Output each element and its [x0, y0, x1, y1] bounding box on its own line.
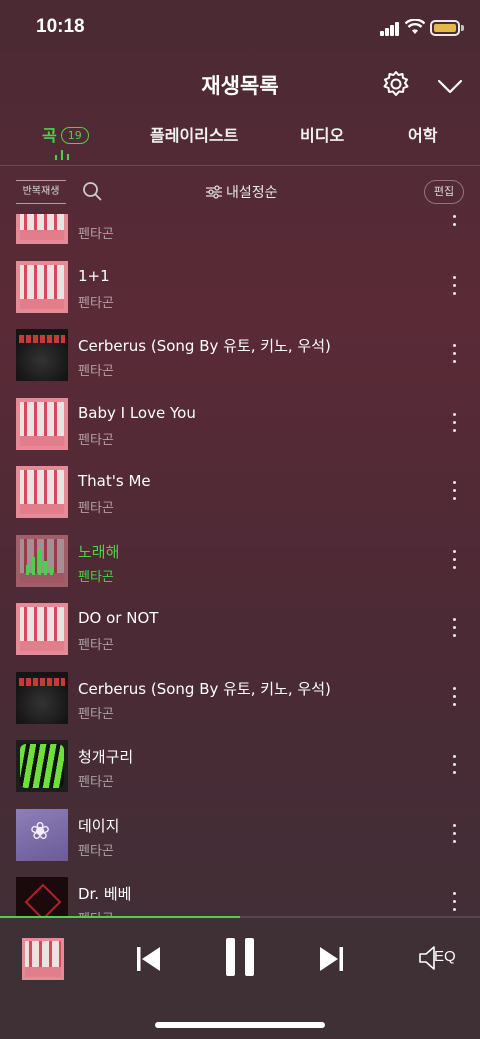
tab-language[interactable]: 어학 [408, 122, 437, 146]
song-artist: 펜타곤 [78, 775, 114, 790]
gear-icon[interactable] [382, 70, 410, 98]
status-bar: 10:18 [0, 0, 480, 56]
song-row[interactable]: Cerberus (Song By 유토, 키노, 우석) 펜타곤 [0, 329, 480, 397]
more-options-icon[interactable] [446, 214, 462, 229]
song-artist: 펜타곤 [78, 569, 114, 585]
song-artist: 펜타곤 [78, 227, 114, 242]
song-title: DO or NOT [78, 609, 159, 627]
more-options-icon[interactable] [446, 481, 462, 503]
album-art [16, 877, 68, 917]
previous-track-icon[interactable] [134, 944, 164, 974]
song-title: Cerberus (Song By 유토, 키노, 우석) [78, 679, 331, 698]
more-options-icon[interactable] [446, 344, 462, 366]
album-art [16, 397, 68, 450]
song-title: 1+1 [78, 266, 110, 285]
album-art [16, 740, 68, 792]
song-title: Dr. 베베 [78, 885, 132, 903]
more-options-icon[interactable] [446, 412, 462, 435]
album-art [16, 329, 68, 381]
tab-songs[interactable]: 곡 19 [42, 122, 89, 146]
pause-bar-left [226, 938, 235, 976]
song-row[interactable]: 청개구리펜타곤 [0, 740, 480, 808]
song-row[interactable]: DO or NOT 펜타곤 [0, 603, 480, 671]
song-artist: 펜타곤 [78, 501, 114, 516]
toolbar: 반복재생 내설정순 편집 [0, 176, 480, 210]
song-row[interactable]: Baby I Love You 펜타곤 [0, 397, 480, 466]
album-art [16, 214, 68, 244]
tab-playlists[interactable]: 플레이리스트 [150, 122, 238, 146]
song-count-badge: 19 [60, 127, 89, 144]
song-artist: 펜타곤 [78, 295, 114, 311]
song-row[interactable]: 1+1 펜타곤 [0, 260, 480, 329]
tab-songs-label: 곡 [42, 126, 57, 145]
song-title: 노래해 [78, 542, 120, 561]
pause-bar-right [245, 938, 254, 976]
song-title: That's Me [78, 472, 151, 490]
album-art [16, 603, 68, 655]
edit-button[interactable]: 편집 [424, 180, 464, 204]
song-artist: 펜타곤 [78, 432, 114, 448]
mini-player: EQ [0, 918, 480, 1039]
song-title: 청개구리 [78, 748, 134, 766]
wifi-icon [405, 19, 425, 34]
album-art [16, 808, 68, 861]
now-playing-indicator-icon [55, 148, 71, 160]
song-title: 데이지 [78, 816, 120, 835]
home-indicator[interactable] [155, 1022, 325, 1028]
song-row[interactable]: 펜타곤 [0, 214, 480, 260]
more-options-icon[interactable] [446, 618, 462, 640]
tab-videos[interactable]: 비디오 [300, 122, 344, 146]
more-options-icon[interactable] [446, 686, 462, 709]
eq-button[interactable]: EQ [434, 948, 456, 965]
search-icon[interactable] [82, 181, 102, 201]
pause-button[interactable] [222, 938, 258, 978]
more-options-icon[interactable] [446, 823, 462, 846]
divider [0, 165, 480, 166]
song-artist: 펜타곤 [78, 843, 114, 859]
song-row[interactable]: 노래해펜타곤 [0, 534, 480, 603]
song-row[interactable]: Dr. 베베펜타곤 [0, 877, 480, 917]
battery-cap [461, 25, 464, 31]
song-list: 펜타곤 1+1 펜타곤 Cerberus (Song By 유토, 키노, 우석) 펜타… [0, 214, 480, 917]
song-artist: 펜타곤 [78, 364, 114, 379]
album-art [16, 260, 68, 313]
sort-label: 내설정순 [226, 185, 278, 201]
equalizer-bars-icon [26, 548, 58, 575]
repeat-button[interactable]: 반복재생 [16, 180, 66, 204]
album-art [16, 671, 68, 724]
player-album-art[interactable] [22, 938, 64, 980]
song-title: Baby I Love You [78, 403, 196, 422]
status-time: 10:18 [36, 16, 85, 37]
sliders-icon [206, 185, 222, 199]
tab-bar: 곡 19 플레이리스트 비디오 어학 [0, 118, 480, 162]
sort-button[interactable]: 내설정순 [206, 182, 278, 202]
song-artist: 펜타곤 [78, 706, 114, 722]
song-row[interactable]: That's Me 펜타곤 [0, 466, 480, 534]
more-options-icon[interactable] [446, 549, 462, 572]
more-options-icon[interactable] [446, 755, 462, 777]
cellular-signal-icon [380, 22, 400, 36]
song-row[interactable]: Cerberus (Song By 유토, 키노, 우석) 펜타곤 [0, 671, 480, 740]
more-options-icon[interactable] [446, 275, 462, 298]
song-title: Cerberus (Song By 유토, 키노, 우석) [78, 337, 331, 355]
song-artist: 펜타곤 [78, 638, 114, 653]
battery-icon [430, 20, 460, 36]
album-art [16, 466, 68, 518]
more-options-icon[interactable] [446, 892, 462, 914]
chevron-down-icon[interactable] [436, 72, 464, 100]
next-track-icon[interactable] [316, 944, 346, 974]
song-row[interactable]: 데이지펜타곤 [0, 808, 480, 877]
